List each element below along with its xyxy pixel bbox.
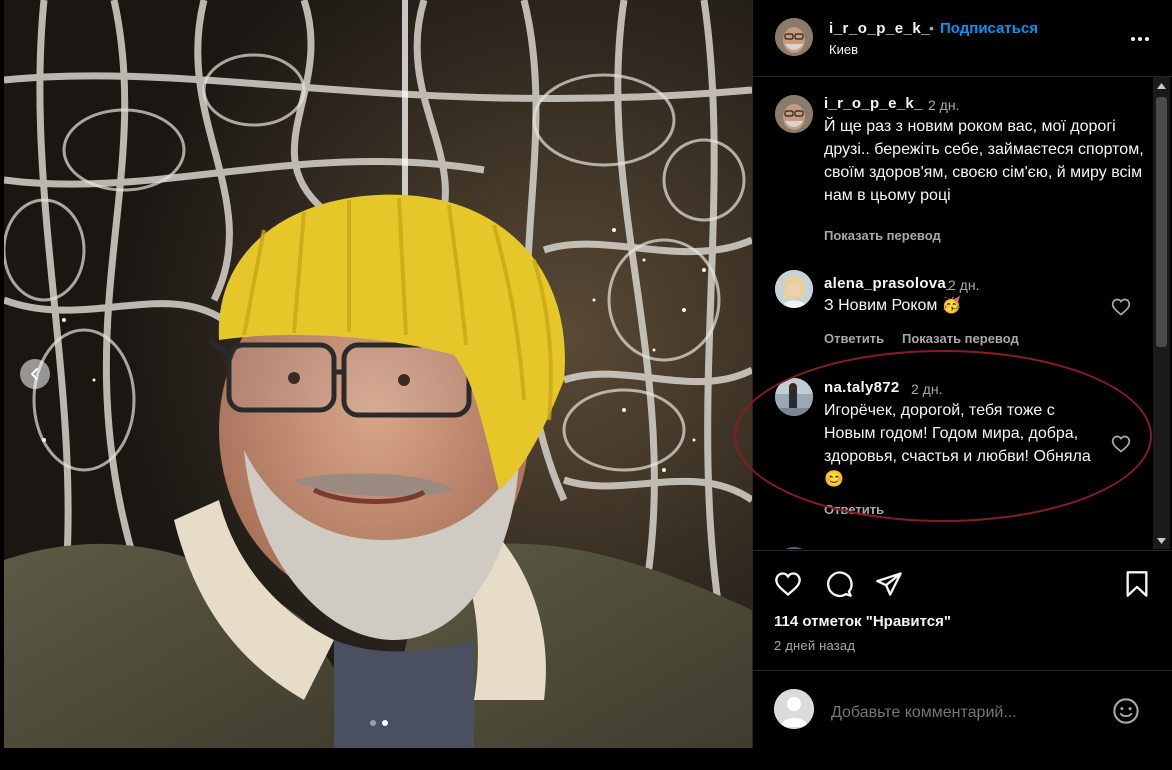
comment-avatar-image (775, 270, 813, 308)
comment-text: Игорёчек, дорогой, тебя тоже с Новым год… (824, 402, 1091, 488)
post-header: i_r_o_p_e_k_ • Подписаться Киев (753, 0, 1172, 77)
caption-translate-link[interactable]: Показать перевод (824, 228, 941, 243)
author-avatar-image (775, 18, 813, 56)
carousel-dot-1 (370, 720, 376, 726)
triangle-up-icon (1157, 82, 1166, 89)
comment-time[interactable]: 2 дн. (911, 381, 942, 397)
comment-translate-link[interactable]: Показать перевод (902, 331, 1019, 346)
more-options-button[interactable] (1129, 30, 1151, 48)
comment-avatar[interactable] (775, 547, 813, 549)
carousel-dot-2-active (382, 720, 388, 726)
carousel-indicator (370, 720, 388, 726)
bottom-strip (0, 748, 1172, 770)
section-divider (753, 670, 1172, 671)
comment-avatar[interactable] (775, 378, 813, 416)
heart-icon (775, 572, 801, 597)
add-comment-input[interactable] (829, 703, 1093, 723)
comment-text: З Новим Роком 🥳 (824, 297, 962, 314)
caption-avatar-image (775, 95, 813, 133)
comment-username[interactable]: na.taly872 (824, 379, 900, 396)
paper-plane-icon (876, 572, 902, 596)
heart-outline-icon (1111, 435, 1131, 453)
scroll-down-button[interactable] (1153, 532, 1170, 549)
post-modal: i_r_o_p_e_k_ • Подписаться Киев i_r_o_p_… (0, 0, 1172, 770)
comments-list[interactable]: i_r_o_p_e_k_ 2 дн. Й ще раз з новим роко… (753, 77, 1153, 549)
scroll-up-button[interactable] (1153, 77, 1170, 94)
post-photo[interactable] (4, 0, 752, 748)
comment-avatar[interactable] (775, 270, 813, 308)
heart-outline-icon (1111, 298, 1131, 316)
previous-photo-button[interactable] (20, 359, 50, 389)
triangle-down-icon (1157, 537, 1166, 544)
comment-bubble-icon (827, 571, 853, 598)
more-horizontal-icon (1131, 37, 1149, 41)
post-location[interactable]: Киев (829, 42, 858, 57)
emoji-button[interactable] (1112, 697, 1140, 725)
like-button[interactable] (774, 570, 802, 598)
header-separator: • (929, 20, 934, 36)
author-avatar[interactable] (775, 18, 813, 56)
current-user-avatar (774, 689, 814, 729)
comment-button[interactable] (825, 570, 853, 598)
smiley-icon (1113, 698, 1139, 724)
post-actions-bar (753, 560, 1172, 610)
scrollbar-thumb[interactable] (1156, 97, 1167, 347)
comment-like-button[interactable] (1111, 434, 1131, 454)
caption-text: Й ще раз з новим роком вас, мої дорогі д… (824, 118, 1144, 204)
save-button[interactable] (1123, 570, 1151, 598)
post-timestamp[interactable]: 2 дней назад (774, 638, 855, 653)
comment-like-button[interactable] (1111, 297, 1131, 317)
follow-button[interactable]: Подписаться (940, 20, 1038, 37)
section-divider (753, 550, 1172, 551)
author-username[interactable]: i_r_o_p_e_k_ (829, 20, 930, 37)
share-button[interactable] (875, 570, 903, 598)
comment-avatar-image (775, 378, 813, 416)
chevron-left-icon (31, 368, 38, 380)
caption-username[interactable]: i_r_o_p_e_k_ (824, 95, 923, 112)
comment-username[interactable]: alena_prasolova_ (824, 275, 955, 292)
comment-time[interactable]: 2 дн. (948, 277, 979, 293)
caption-time[interactable]: 2 дн. (928, 97, 959, 113)
bookmark-icon (1126, 571, 1148, 597)
comment-reply-button[interactable]: Ответить (824, 502, 884, 517)
caption-avatar[interactable] (775, 95, 813, 133)
post-details-panel: i_r_o_p_e_k_ • Подписаться Киев i_r_o_p_… (752, 0, 1172, 748)
comments-scrollbar[interactable] (1153, 77, 1170, 549)
default-avatar-icon (774, 689, 814, 729)
photo-selfie-image (4, 0, 752, 748)
comment-reply-button[interactable]: Ответить (824, 331, 884, 346)
likes-count[interactable]: 114 отметок "Нравится" (774, 613, 951, 630)
